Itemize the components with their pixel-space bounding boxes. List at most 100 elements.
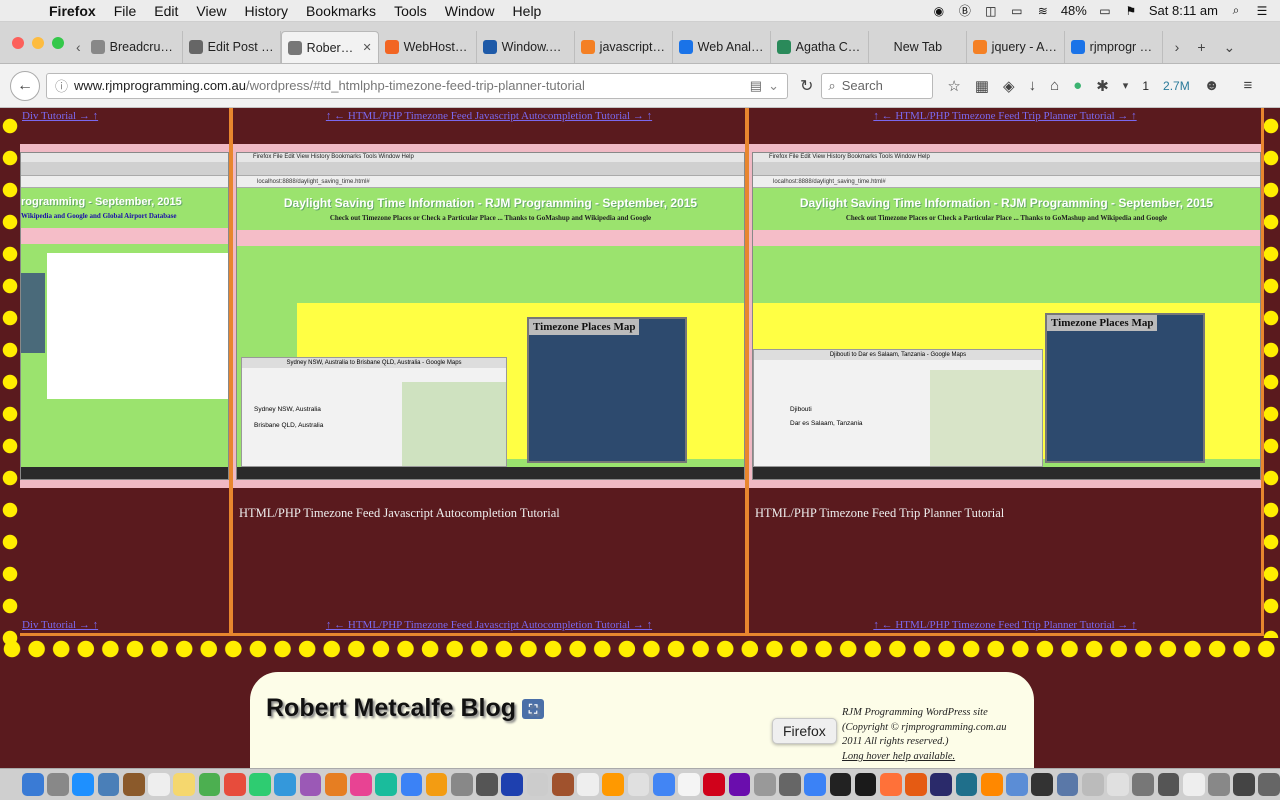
dock-app-icon[interactable] <box>223 773 246 796</box>
dock-app-icon[interactable] <box>198 773 221 796</box>
pocket-icon[interactable]: ◈ <box>1003 77 1015 95</box>
panel-top-link[interactable]: ↑ ← HTML/PHP Timezone Feed Trip Planner … <box>749 110 1261 122</box>
url-dropdown-icon[interactable]: ⌄ <box>768 78 779 94</box>
clock[interactable]: Sat 8:11 am <box>1149 3 1218 18</box>
long-hover-help-link[interactable]: Long hover help available. <box>842 750 1032 765</box>
dock-app-icon[interactable] <box>122 773 145 796</box>
panel-bottom-link[interactable]: ↑ ← HTML/PHP Timezone Feed Trip Planner … <box>749 619 1261 631</box>
reload-icon[interactable]: ↻ <box>800 76 813 96</box>
dock-app-icon[interactable] <box>1031 773 1054 796</box>
tutorial-screenshot-image[interactable]: rogramming - September, 2015 Wikipedia a… <box>20 152 229 480</box>
flag-icon[interactable]: ⚑ <box>1123 4 1139 18</box>
dock-app-icon[interactable] <box>1233 773 1255 796</box>
extension-green-icon[interactable]: ● <box>1073 77 1082 94</box>
notification-center-icon[interactable]: ☰ <box>1254 4 1270 18</box>
dock-app-icon[interactable] <box>476 773 498 796</box>
dock-app-icon[interactable] <box>72 773 95 796</box>
dock-app-icon[interactable] <box>450 773 473 796</box>
reader-view-icon[interactable]: ▤ <box>750 78 762 94</box>
hamburger-menu-icon[interactable]: ≡ <box>1244 77 1253 94</box>
menu-help[interactable]: Help <box>504 3 551 19</box>
bookmark-star-icon[interactable]: ☆ <box>947 77 960 95</box>
menu-bookmarks[interactable]: Bookmarks <box>297 3 385 19</box>
tutorial-screenshot-image[interactable]: Firefox File Edit View History Bookmarks… <box>236 152 745 480</box>
dock-app-icon[interactable] <box>1081 773 1104 796</box>
browser-tab[interactable]: WebHost… <box>379 31 477 63</box>
dock-app-icon[interactable] <box>375 773 398 796</box>
dock-app-icon[interactable] <box>779 773 801 796</box>
chat-icon[interactable]: ☻ <box>1204 77 1220 94</box>
zoom-window-button[interactable] <box>52 37 64 49</box>
extension-dropdown-icon[interactable]: ▾ <box>1123 79 1129 92</box>
dock-app-icon[interactable] <box>703 773 726 796</box>
tutorial-screenshot-image[interactable]: Firefox File Edit View History Bookmarks… <box>752 152 1261 480</box>
address-bar[interactable]: ⓘ www.rjmprogramming.com.au/wordpress/#t… <box>46 72 788 99</box>
dock-app-icon[interactable] <box>930 773 953 796</box>
dock-app-icon[interactable] <box>324 773 347 796</box>
url-text[interactable]: www.rjmprogramming.com.au/wordpress/#td_… <box>74 78 744 93</box>
blog-logo-icon[interactable]: ⛶ <box>522 699 545 720</box>
extension-puzzle-icon[interactable]: ✱ <box>1096 77 1109 95</box>
tabs-scroll-right-icon[interactable]: › <box>1175 39 1180 55</box>
downloads-icon[interactable]: ↓ <box>1029 77 1037 94</box>
dock-app-icon[interactable] <box>1258 773 1280 796</box>
dock-app-icon[interactable] <box>1056 773 1079 796</box>
browser-tab[interactable]: Web Anal… <box>673 31 771 63</box>
dock-app-icon[interactable] <box>47 773 69 796</box>
menu-tools[interactable]: Tools <box>385 3 436 19</box>
dock-app-icon[interactable] <box>274 773 297 796</box>
dock-app-icon[interactable] <box>551 773 574 796</box>
panel-top-link[interactable]: Div Tutorial → ↑ <box>20 110 229 122</box>
dock-app-icon[interactable] <box>804 773 826 796</box>
menu-file[interactable]: File <box>105 3 146 19</box>
browser-tab[interactable]: javascript… <box>575 31 673 63</box>
site-info-icon[interactable]: ⓘ <box>55 76 68 95</box>
dock-app-icon[interactable] <box>1182 773 1205 796</box>
home-icon[interactable]: ⌂ <box>1050 77 1059 94</box>
dock-app-icon[interactable] <box>678 773 700 796</box>
browser-tab[interactable]: rjmprogr … <box>1065 31 1163 63</box>
dock-app-icon[interactable] <box>1157 773 1180 796</box>
dock-app-icon[interactable] <box>905 773 927 796</box>
dock-app-icon[interactable] <box>1208 773 1230 796</box>
dock-app-icon[interactable] <box>148 773 170 796</box>
dock-app-icon[interactable] <box>22 773 44 796</box>
spotlight-search-icon[interactable]: ⌕ <box>1228 3 1244 18</box>
bookmarks-list-icon[interactable]: ▦ <box>975 77 989 95</box>
bold-status-icon[interactable]: Ⓑ <box>957 4 973 18</box>
dock-app-icon[interactable] <box>249 773 271 796</box>
dock-app-icon[interactable] <box>577 773 599 796</box>
close-window-button[interactable] <box>12 37 24 49</box>
dock-app-icon[interactable] <box>526 773 549 796</box>
dock-app-icon[interactable] <box>854 773 877 796</box>
menu-view[interactable]: View <box>187 3 235 19</box>
panel-bottom-link[interactable]: Div Tutorial → ↑ <box>20 619 229 631</box>
dock-app-icon[interactable] <box>980 773 1003 796</box>
panel-bottom-link[interactable]: ↑ ← HTML/PHP Timezone Feed Javascript Au… <box>233 619 745 631</box>
dock-app-icon[interactable] <box>955 773 978 796</box>
browser-tab[interactable]: jquery - A… <box>967 31 1065 63</box>
dock-app-icon[interactable] <box>350 773 372 796</box>
airplay-icon[interactable]: ▭ <box>1009 4 1025 18</box>
sound-status-icon[interactable]: ◫ <box>983 4 999 18</box>
menu-history[interactable]: History <box>235 3 297 19</box>
dock-app-icon[interactable] <box>1006 773 1028 796</box>
dock-app-icon[interactable] <box>425 773 448 796</box>
dock-app-icon[interactable] <box>627 773 650 796</box>
dock-app-icon[interactable] <box>299 773 322 796</box>
browser-tab[interactable]: Edit Post … <box>183 31 281 63</box>
dock-app-icon[interactable] <box>173 773 196 796</box>
battery-icon[interactable]: ▭ <box>1097 4 1113 18</box>
wifi-icon[interactable]: ≋ <box>1035 4 1051 18</box>
panel-top-link[interactable]: ↑ ← HTML/PHP Timezone Feed Javascript Au… <box>233 110 745 122</box>
blog-title[interactable]: Robert Metcalfe Blog ⛶ <box>266 694 545 723</box>
new-tab-icon[interactable]: + <box>1197 39 1205 55</box>
tabs-scroll-left-icon[interactable]: ‹ <box>76 39 85 63</box>
dock-app-icon[interactable] <box>1132 773 1155 796</box>
back-button[interactable]: ← <box>10 70 40 101</box>
minimize-window-button[interactable] <box>32 37 44 49</box>
dock-app-icon[interactable] <box>501 773 524 796</box>
menu-edit[interactable]: Edit <box>145 3 187 19</box>
dock-app-icon[interactable] <box>400 773 423 796</box>
dock-app-icon[interactable] <box>879 773 902 796</box>
